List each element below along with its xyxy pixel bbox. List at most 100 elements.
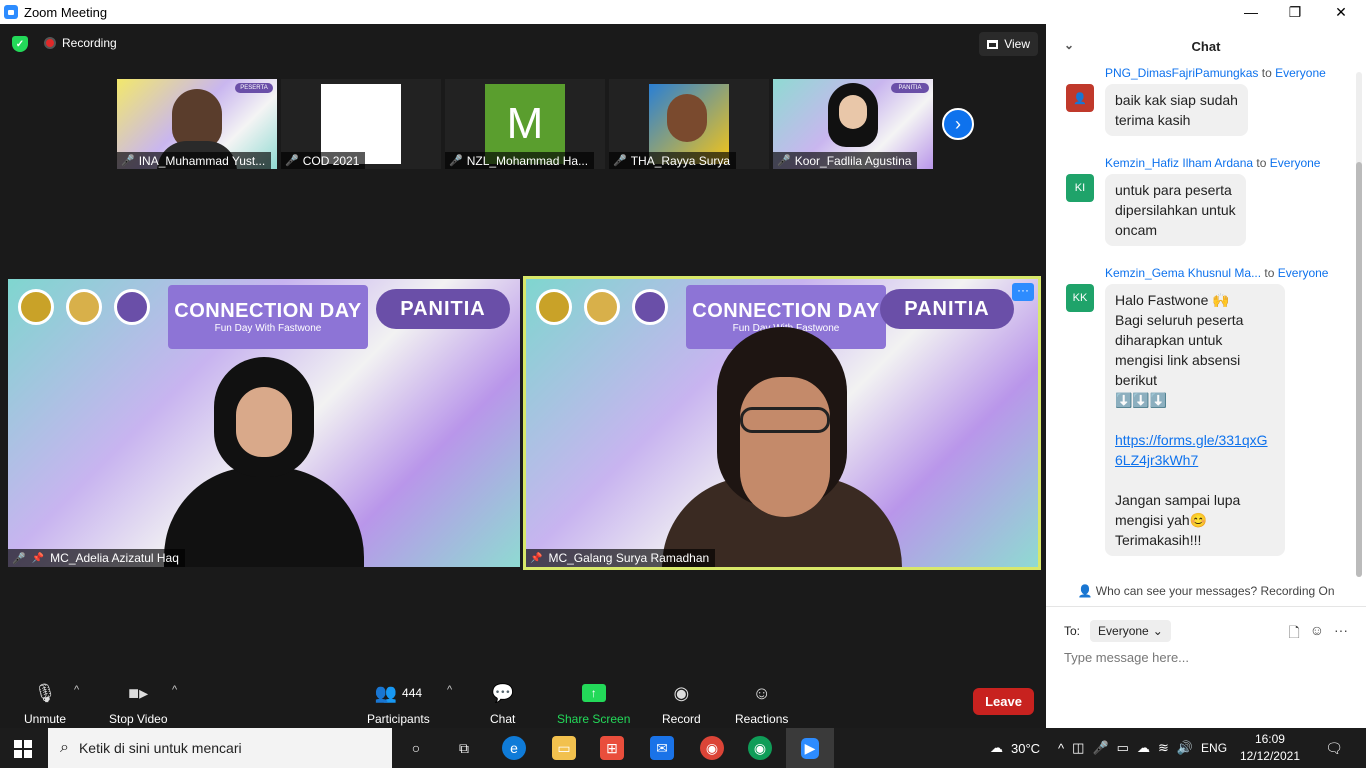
- edge-icon[interactable]: e: [502, 736, 526, 760]
- mail-icon[interactable]: ✉: [650, 736, 674, 760]
- taskbar-search[interactable]: ⌕ Ketik di sini untuk mencari: [48, 728, 392, 768]
- task-view-icon[interactable]: ⧉: [452, 736, 476, 760]
- taskbar-clock[interactable]: 16:09 12/12/2021: [1240, 731, 1300, 765]
- message-line: diharapkan untuk: [1115, 332, 1223, 348]
- more-options-button[interactable]: ···: [1012, 283, 1034, 301]
- clock-time: 16:09: [1254, 732, 1285, 746]
- view-label: View: [1004, 37, 1030, 51]
- file-explorer-icon[interactable]: ▭: [552, 736, 576, 760]
- file-icon[interactable]: 🗋: [1288, 622, 1299, 646]
- temperature[interactable]: 30°C: [1011, 741, 1040, 756]
- window-title: Zoom Meeting: [24, 4, 108, 20]
- participants-label: Participants: [367, 712, 430, 726]
- close-button[interactable]: ✕: [1318, 0, 1364, 24]
- recording-indicator[interactable]: Recording: [44, 36, 117, 50]
- sender-name[interactable]: Kemzin_Hafiz Ilham Ardana: [1105, 156, 1253, 170]
- university-logo: [536, 289, 572, 325]
- message-line: ⬇️⬇️⬇️: [1115, 392, 1168, 408]
- university-logo: [18, 289, 54, 325]
- weather-icon[interactable]: ☁: [990, 740, 1003, 756]
- minimize-button[interactable]: —: [1228, 0, 1274, 24]
- wifi-icon[interactable]: ≋: [1158, 740, 1169, 756]
- leave-button[interactable]: Leave: [973, 688, 1034, 715]
- tile-name: 📌 MC_Galang Surya Ramadhan: [526, 549, 716, 567]
- notification-icon[interactable]: 🗨: [1322, 736, 1346, 760]
- participant-thumbnail[interactable]: PESERTA 🎤 INA_Muhammad Yust...: [117, 79, 277, 169]
- participant-thumbnail[interactable]: PANITIA 🎤 Koor_Fadlila Agustina: [773, 79, 933, 169]
- participant-thumbnail[interactable]: 🎤 COD 2021: [281, 79, 441, 169]
- clock-date: 12/12/2021: [1239, 749, 1300, 763]
- participants-options-caret-icon[interactable]: ^: [447, 684, 452, 696]
- participant-name: Koor_Fadlila Agustina: [794, 153, 912, 168]
- store-icon[interactable]: ⊞: [600, 736, 624, 760]
- to-word: to: [1264, 266, 1275, 280]
- chat-messages[interactable]: 👤 PNG_DimasFajriPamungkas to Everyone ba…: [1046, 68, 1366, 578]
- faculty-logo: [66, 289, 102, 325]
- stop-video-button[interactable]: ■▸ Stop Video: [109, 680, 168, 727]
- view-button[interactable]: View: [979, 32, 1038, 56]
- event-logo: [114, 289, 150, 325]
- participant-name: INA_Muhammad Yust...: [138, 153, 266, 168]
- chevron-up-icon[interactable]: ^: [1058, 741, 1064, 756]
- recipient-dropdown[interactable]: Everyone ⌄: [1090, 620, 1171, 642]
- participant-thumbnail[interactable]: M 🎤 NZL_Mohammad Ha...: [445, 79, 605, 169]
- unmute-button[interactable]: 🎙 Unmute: [24, 680, 67, 727]
- chat-bubble-icon: 💬: [491, 682, 514, 703]
- chat-scrollbar[interactable]: [1356, 72, 1362, 577]
- cortana-icon[interactable]: ○: [404, 736, 428, 760]
- absensi-link[interactable]: https://forms.gle/331qxG6LZ4jr3kWh7: [1115, 430, 1275, 470]
- chat-button[interactable]: 💬 Chat: [490, 680, 516, 727]
- message-header: Kemzin_Hafiz Ilham Ardana to Everyone: [1105, 156, 1356, 170]
- onedrive-icon[interactable]: ☁: [1137, 740, 1150, 756]
- zoom-taskbar-icon[interactable]: ▶: [786, 728, 834, 768]
- who-can-see-messages[interactable]: 👤 Who can see your messages? Recording O…: [1046, 584, 1366, 598]
- reactions-button[interactable]: ☺ Reactions: [735, 680, 788, 727]
- more-icon[interactable]: ···: [1334, 622, 1348, 646]
- to-label: To:: [1064, 624, 1081, 638]
- to-word: to: [1261, 68, 1272, 80]
- chat-message: 👤 PNG_DimasFajriPamungkas to Everyone ba…: [1066, 68, 1356, 136]
- participants-button[interactable]: 👥 444 Participants: [367, 680, 430, 727]
- message-line: Halo Fastwone 🙌: [1115, 292, 1230, 308]
- unmute-label: Unmute: [24, 712, 67, 726]
- sender-name[interactable]: Kemzin_Gema Khusnul Ma...: [1105, 266, 1261, 280]
- record-button[interactable]: ◉ Record: [662, 680, 701, 727]
- share-screen-button[interactable]: ↑ Share Screen: [557, 680, 630, 726]
- participant-face: [740, 377, 830, 517]
- chat-input[interactable]: Type message here...: [1064, 650, 1189, 665]
- active-speaker-tile[interactable]: CONNECTION DAY Fun Day With Fastwone PAN…: [523, 276, 1041, 570]
- participant-name: MC_Galang Surya Ramadhan: [548, 551, 710, 565]
- chrome-profile-icon[interactable]: ◉: [748, 736, 772, 760]
- security-shield-icon[interactable]: ✓: [12, 36, 28, 52]
- message-line: Terimakasih!!!: [1115, 532, 1202, 548]
- video-options-caret-icon[interactable]: ^: [172, 684, 177, 696]
- mic-muted-icon: 🎤: [121, 155, 135, 167]
- sender-name[interactable]: PNG_DimasFajriPamungkas: [1105, 68, 1258, 80]
- maximize-button[interactable]: ❐: [1272, 0, 1318, 24]
- recipient-value: Everyone: [1098, 624, 1149, 638]
- audio-options-caret-icon[interactable]: ^: [74, 684, 79, 696]
- scrollbar-thumb[interactable]: [1356, 162, 1362, 577]
- battery-icon[interactable]: ▭: [1117, 740, 1129, 756]
- message-header: Kemzin_Gema Khusnul Ma... to Everyone: [1105, 266, 1356, 280]
- chat-label: Chat: [490, 712, 516, 726]
- video-tile[interactable]: CONNECTION DAY Fun Day With Fastwone PAN…: [8, 279, 520, 567]
- recipient-name: Everyone: [1275, 68, 1326, 80]
- participant-thumbnail[interactable]: 🎤 THA_Rayya Surya: [609, 79, 769, 169]
- grid-view-icon: [987, 39, 999, 49]
- emoji-icon[interactable]: ☺: [1310, 622, 1324, 646]
- recipient-row: To: Everyone ⌄: [1064, 620, 1171, 642]
- zoom-icon: [4, 5, 18, 19]
- network-icon[interactable]: ◫: [1072, 740, 1084, 756]
- microphone-icon[interactable]: 🎤: [1092, 740, 1108, 756]
- thumbnail-name: 🎤 THA_Rayya Surya: [609, 152, 737, 169]
- chat-message: KK Kemzin_Gema Khusnul Ma... to Everyone…: [1066, 266, 1356, 556]
- chevron-down-icon[interactable]: ⌄: [1064, 38, 1074, 52]
- chrome-icon[interactable]: ◉: [700, 736, 724, 760]
- message-header: PNG_DimasFajriPamungkas to Everyone: [1105, 68, 1356, 80]
- microphone-muted-icon: 🎙: [33, 682, 57, 703]
- language-indicator[interactable]: ENG: [1201, 741, 1227, 755]
- next-page-button[interactable]: ›: [942, 108, 974, 140]
- windows-start-icon[interactable]: [14, 740, 32, 758]
- volume-icon[interactable]: 🔊: [1177, 740, 1193, 756]
